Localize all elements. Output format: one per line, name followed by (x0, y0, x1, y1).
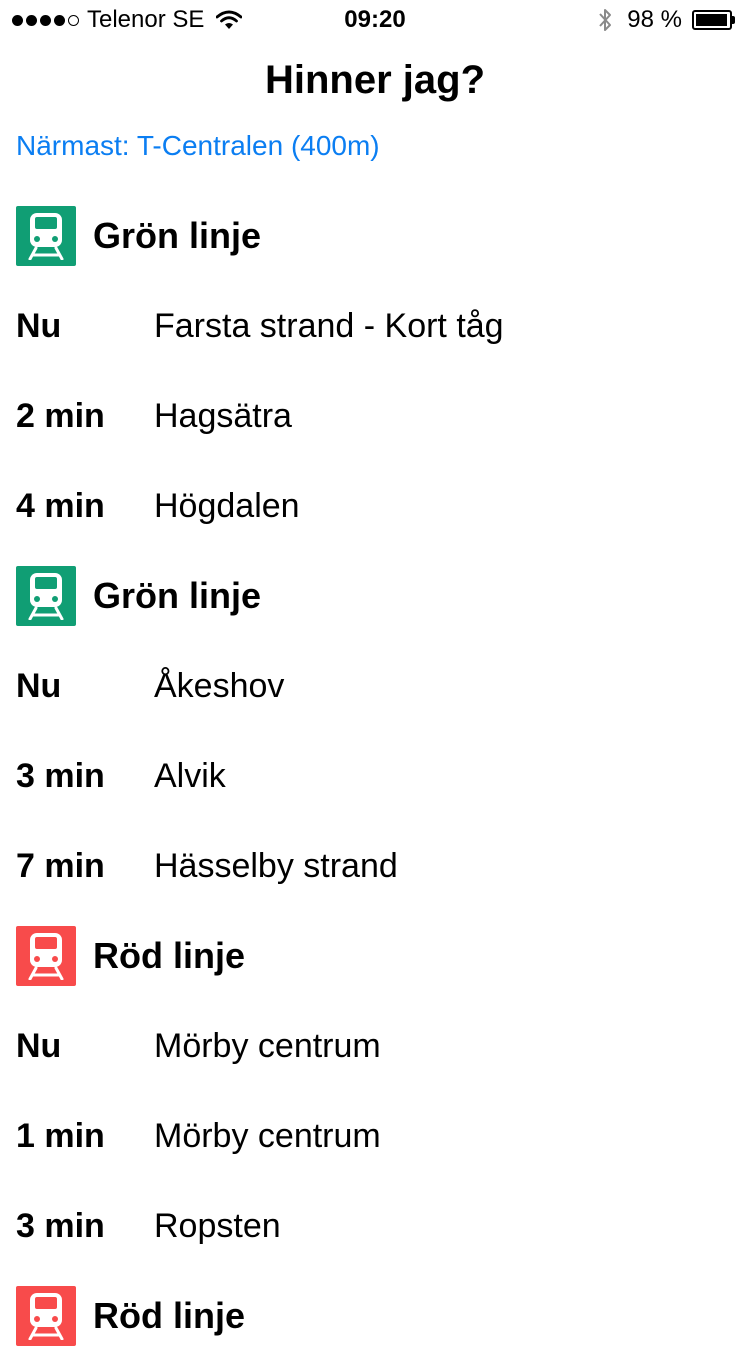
line-header[interactable]: Röd linje (0, 1271, 750, 1361)
line-header[interactable]: Grön linje (0, 191, 750, 281)
line-name: Röd linje (93, 935, 245, 976)
page-title: Hinner jag? (264, 58, 486, 102)
line-name: Grön linje (93, 575, 262, 616)
departure-destination: Hagsätra (154, 396, 292, 435)
departure-row[interactable]: 2 min Hagsätra (0, 371, 750, 461)
departure-row[interactable]: 7 min Hässelby strand (0, 821, 750, 911)
metro-train-icon (16, 566, 76, 626)
battery-fill (696, 14, 728, 26)
departure-row[interactable]: 1 min Mörby centrum (0, 1091, 750, 1181)
line-name: Grön linje (93, 215, 262, 256)
departure-destination: Alvik (154, 756, 226, 795)
metro-train-icon (16, 926, 76, 986)
departure-row[interactable]: Nu Mörby centrum (0, 1001, 750, 1091)
departure-destination: Åkeshov (154, 666, 285, 705)
nearest-distance: (400m) (290, 130, 380, 161)
line-name: Röd linje (93, 1295, 245, 1336)
departure-time: 4 min (16, 486, 105, 525)
departures-list: Grön linje Nu Farsta strand - Kort tåg 2… (0, 191, 750, 1361)
metro-train-icon (16, 206, 76, 266)
nearest-station: T-Centralen (136, 130, 284, 161)
departure-time: Nu (16, 666, 62, 705)
departure-time: 3 min (16, 756, 105, 795)
departure-time: 7 min (16, 846, 105, 885)
status-bar: Telenor SE 09:20 98 % (0, 0, 750, 40)
nearest-label: Närmast: (16, 130, 130, 161)
metro-train-icon (16, 1286, 76, 1346)
line-header[interactable]: Grön linje (0, 551, 750, 641)
departure-destination: Farsta strand - Kort tåg (154, 306, 504, 345)
battery-body (692, 10, 732, 30)
battery-cap (732, 16, 735, 24)
departure-destination: Högdalen (154, 486, 300, 525)
departure-row[interactable]: 3 min Alvik (0, 731, 750, 821)
line-header[interactable]: Röd linje (0, 911, 750, 1001)
departure-time: 2 min (16, 396, 105, 435)
departure-row[interactable]: 4 min Högdalen (0, 461, 750, 551)
departure-time: Nu (16, 1026, 62, 1065)
battery-percentage: 98 % (627, 6, 682, 33)
departure-destination: Mörby centrum (154, 1116, 381, 1155)
departure-row[interactable]: 3 min Ropsten (0, 1181, 750, 1271)
battery-icon (692, 10, 736, 30)
status-right: 98 % (597, 6, 736, 34)
departure-row[interactable]: Nu Åkeshov (0, 641, 750, 731)
departure-time: 1 min (16, 1116, 105, 1155)
nearest-station-link[interactable]: Närmast: T-Centralen (400m) (16, 126, 380, 166)
departure-destination: Hässelby strand (154, 846, 398, 885)
departure-time: Nu (16, 306, 62, 345)
departure-row[interactable]: Nu Farsta strand - Kort tåg (0, 281, 750, 371)
bluetooth-icon (599, 9, 612, 31)
departure-destination: Mörby centrum (154, 1026, 381, 1065)
departure-destination: Ropsten (154, 1206, 281, 1245)
departure-time: 3 min (16, 1206, 105, 1245)
